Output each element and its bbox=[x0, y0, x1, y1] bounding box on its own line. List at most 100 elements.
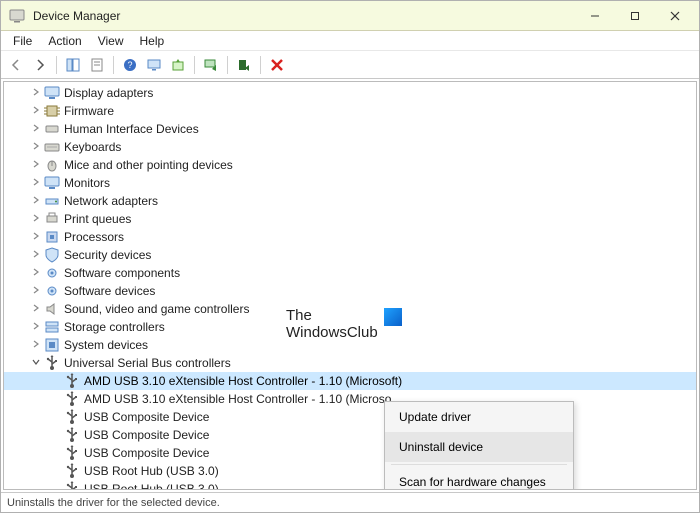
app-icon bbox=[9, 8, 25, 24]
tree-item-label: USB Root Hub (USB 3.0) bbox=[84, 464, 219, 478]
help-button[interactable]: ? bbox=[119, 54, 141, 76]
tree-category[interactable]: Display adapters bbox=[4, 84, 696, 102]
menu-help[interactable]: Help bbox=[132, 32, 173, 50]
tree-category-usb-controllers[interactable]: Universal Serial Bus controllers bbox=[4, 354, 696, 372]
tree-expander-icon[interactable] bbox=[28, 268, 44, 279]
tree-category[interactable]: Network adapters bbox=[4, 192, 696, 210]
tree-item-label: Universal Serial Bus controllers bbox=[64, 356, 231, 370]
tree-category[interactable]: Processors bbox=[4, 228, 696, 246]
forward-button[interactable] bbox=[29, 54, 51, 76]
context-separator bbox=[391, 464, 567, 465]
toolbar-separator bbox=[194, 56, 195, 74]
tree-expander-icon[interactable] bbox=[28, 214, 44, 225]
tree-item-label: USB Root Hub (USB 3.0) bbox=[84, 482, 219, 489]
tree-category[interactable]: Storage controllers bbox=[4, 318, 696, 336]
content-area: Display adapters Firmware Human Interface … bbox=[3, 81, 697, 490]
tree-expander-icon[interactable] bbox=[28, 106, 44, 117]
keyboard-icon bbox=[44, 139, 60, 155]
monitor-icon bbox=[44, 85, 60, 101]
tree-expander-icon[interactable] bbox=[28, 196, 44, 207]
show-tree-button[interactable] bbox=[62, 54, 84, 76]
device-manager-window: Device Manager File Action View Help ? D… bbox=[0, 0, 700, 513]
tree-item-label: Processors bbox=[64, 230, 124, 244]
tree-category[interactable]: Mice and other pointing devices bbox=[4, 156, 696, 174]
tree-category[interactable]: Keyboards bbox=[4, 138, 696, 156]
menu-action[interactable]: Action bbox=[40, 32, 89, 50]
tree-category[interactable]: Sound, video and game controllers bbox=[4, 300, 696, 318]
tree-item-label: Sound, video and game controllers bbox=[64, 302, 249, 316]
system-icon bbox=[44, 337, 60, 353]
maximize-button[interactable] bbox=[615, 3, 655, 29]
back-button[interactable] bbox=[5, 54, 27, 76]
tree-expander-icon[interactable] bbox=[28, 142, 44, 153]
tree-item[interactable]: USB Root Hub (USB 3.0) bbox=[4, 462, 696, 480]
toolbar-separator bbox=[113, 56, 114, 74]
gear-icon bbox=[44, 265, 60, 281]
tree-item-label: AMD USB 3.10 eXtensible Host Controller … bbox=[84, 392, 391, 406]
tree-item[interactable]: USB Composite Device bbox=[4, 408, 696, 426]
tree-category[interactable]: Software devices bbox=[4, 282, 696, 300]
usb-icon bbox=[44, 355, 60, 371]
toolbar-separator bbox=[56, 56, 57, 74]
tree-expander-icon[interactable] bbox=[28, 358, 44, 369]
tree-item-label: Software devices bbox=[64, 284, 155, 298]
tree-category[interactable]: System devices bbox=[4, 336, 696, 354]
scan-button[interactable] bbox=[143, 54, 165, 76]
network-icon bbox=[44, 193, 60, 209]
tree-expander-icon[interactable] bbox=[28, 160, 44, 171]
tree-expander-icon[interactable] bbox=[28, 124, 44, 135]
tree-item[interactable]: USB Composite Device bbox=[4, 426, 696, 444]
menu-view[interactable]: View bbox=[90, 32, 132, 50]
tree-item-label: Keyboards bbox=[64, 140, 121, 154]
toolbar-separator bbox=[260, 56, 261, 74]
close-button[interactable] bbox=[655, 3, 695, 29]
tree-item-label: Monitors bbox=[64, 176, 110, 190]
tree-category[interactable]: Security devices bbox=[4, 246, 696, 264]
enable-device-button[interactable] bbox=[200, 54, 222, 76]
tree-expander-icon[interactable] bbox=[28, 88, 44, 99]
tree-item-label: AMD USB 3.10 eXtensible Host Controller … bbox=[84, 374, 402, 388]
menu-file[interactable]: File bbox=[5, 32, 40, 50]
disable-device-button[interactable] bbox=[233, 54, 255, 76]
update-driver-button[interactable] bbox=[167, 54, 189, 76]
uninstall-button[interactable] bbox=[266, 54, 288, 76]
context-scan-hardware[interactable]: Scan for hardware changes bbox=[385, 467, 573, 490]
context-uninstall-device[interactable]: Uninstall device bbox=[385, 432, 573, 462]
tree-expander-icon[interactable] bbox=[28, 232, 44, 243]
tree-item-label: Human Interface Devices bbox=[64, 122, 199, 136]
tree-expander-icon[interactable] bbox=[28, 322, 44, 333]
tree-item-label: Print queues bbox=[64, 212, 131, 226]
hid-icon bbox=[44, 121, 60, 137]
usb-icon bbox=[64, 427, 80, 443]
tree-expander-icon[interactable] bbox=[28, 304, 44, 315]
tree-category[interactable]: Monitors bbox=[4, 174, 696, 192]
minimize-button[interactable] bbox=[575, 3, 615, 29]
device-tree[interactable]: Display adapters Firmware Human Interface … bbox=[4, 82, 696, 489]
menubar: File Action View Help bbox=[1, 31, 699, 51]
usb-icon bbox=[64, 463, 80, 479]
svg-text:?: ? bbox=[127, 60, 132, 70]
tree-category[interactable]: Software components bbox=[4, 264, 696, 282]
tree-item[interactable]: USB Composite Device bbox=[4, 444, 696, 462]
tree-item[interactable]: AMD USB 3.10 eXtensible Host Controller … bbox=[4, 390, 696, 408]
tree-item[interactable]: USB Root Hub (USB 3.0) bbox=[4, 480, 696, 489]
cpu-icon bbox=[44, 229, 60, 245]
chip-icon bbox=[44, 103, 60, 119]
tree-item-label: USB Composite Device bbox=[84, 410, 209, 424]
tree-expander-icon[interactable] bbox=[28, 250, 44, 261]
window-title: Device Manager bbox=[33, 9, 575, 23]
status-text: Uninstalls the driver for the selected d… bbox=[7, 497, 220, 509]
tree-category[interactable]: Human Interface Devices bbox=[4, 120, 696, 138]
tree-category[interactable]: Firmware bbox=[4, 102, 696, 120]
tree-item-selected[interactable]: AMD USB 3.10 eXtensible Host Controller … bbox=[4, 372, 696, 390]
context-update-driver[interactable]: Update driver bbox=[385, 402, 573, 432]
properties-button[interactable] bbox=[86, 54, 108, 76]
tree-item-label: Display adapters bbox=[64, 86, 153, 100]
tree-expander-icon[interactable] bbox=[28, 178, 44, 189]
tree-expander-icon[interactable] bbox=[28, 340, 44, 351]
tree-expander-icon[interactable] bbox=[28, 286, 44, 297]
tree-item-label: Mice and other pointing devices bbox=[64, 158, 233, 172]
tree-category[interactable]: Print queues bbox=[4, 210, 696, 228]
gear-icon bbox=[44, 283, 60, 299]
tree-item-label: System devices bbox=[64, 338, 148, 352]
